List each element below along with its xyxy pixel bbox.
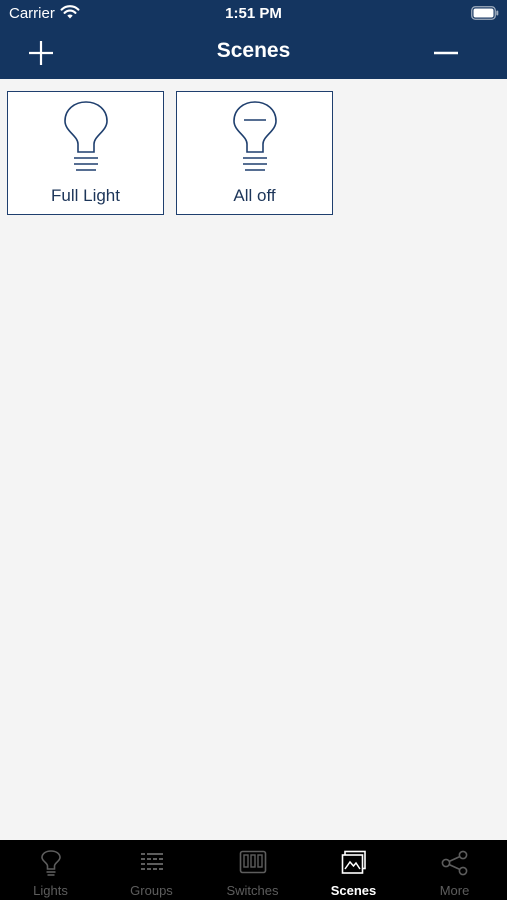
scenes-grid: Full Light All off bbox=[0, 79, 507, 840]
scene-tile-all-off[interactable]: All off bbox=[176, 91, 333, 215]
tab-label: Switches bbox=[226, 883, 279, 898]
tab-groups[interactable]: Groups bbox=[101, 840, 202, 900]
tab-scenes[interactable]: Scenes bbox=[303, 840, 404, 900]
groups-grid-icon bbox=[139, 850, 165, 881]
tab-more[interactable]: More bbox=[404, 840, 505, 900]
scene-label: Full Light bbox=[51, 186, 120, 205]
tab-bar: Lights Groups Switches Scenes More bbox=[0, 840, 507, 900]
nav-bar: Scenes bbox=[0, 28, 507, 79]
tab-label: Groups bbox=[130, 883, 173, 898]
lightbulb-icon bbox=[39, 850, 63, 883]
scene-tile-full-light[interactable]: Full Light bbox=[7, 91, 164, 215]
status-time: 1:51 PM bbox=[225, 5, 282, 22]
lightbulb-off-icon bbox=[230, 100, 280, 183]
minus-icon bbox=[434, 51, 458, 55]
tab-lights[interactable]: Lights bbox=[0, 840, 101, 900]
status-bar: Carrier 1:51 PM bbox=[0, 0, 507, 28]
remove-scene-button[interactable] bbox=[431, 38, 461, 68]
switch-panel-icon bbox=[239, 850, 267, 881]
tab-label: Lights bbox=[33, 883, 68, 898]
tab-label: Scenes bbox=[330, 883, 377, 898]
header: Carrier 1:51 PM Scenes bbox=[0, 0, 507, 79]
scene-label: All off bbox=[233, 186, 276, 205]
share-nodes-icon bbox=[441, 850, 469, 881]
tab-label: More bbox=[439, 883, 470, 898]
tab-switches[interactable]: Switches bbox=[202, 840, 303, 900]
lightbulb-icon bbox=[61, 100, 111, 183]
scenes-picture-icon bbox=[341, 850, 367, 881]
battery-icon bbox=[471, 6, 499, 24]
